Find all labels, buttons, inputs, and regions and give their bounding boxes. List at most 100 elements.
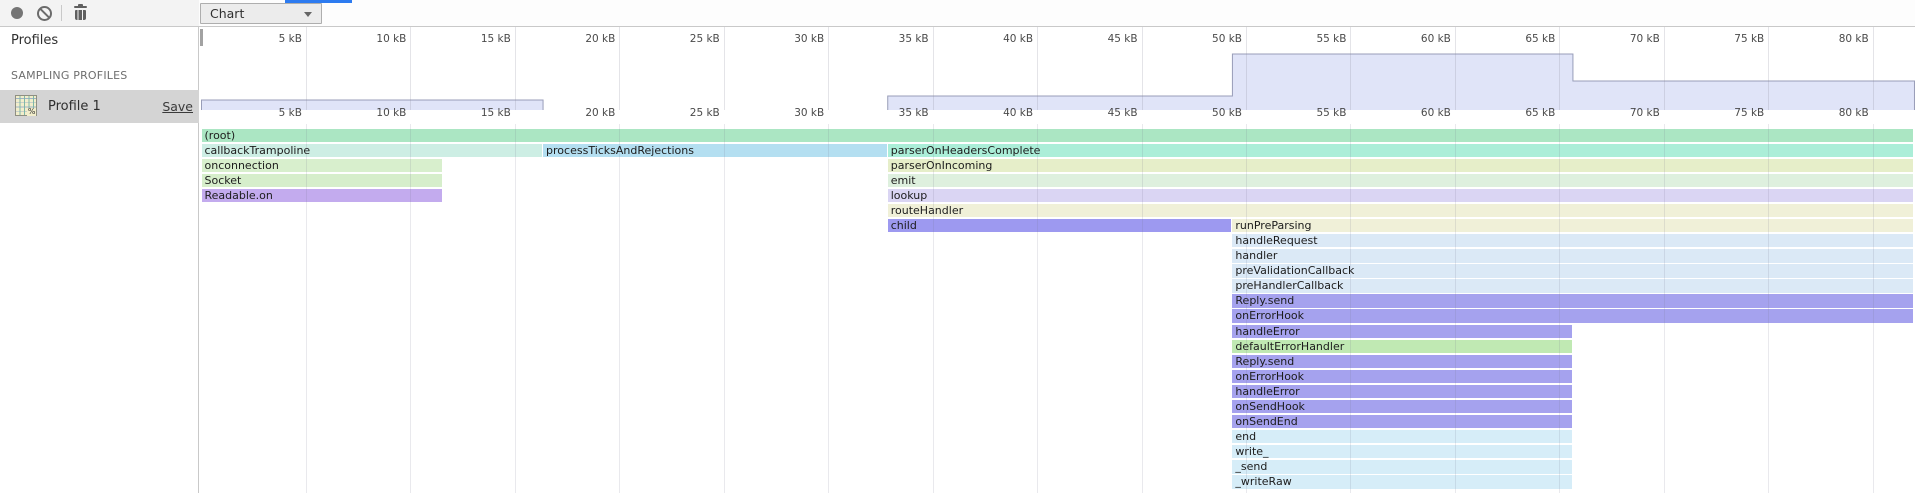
flame-bar[interactable]: preHandlerCallback	[1232, 279, 1913, 292]
sampling-profiles-section-label: SAMPLING PROFILES	[11, 69, 127, 82]
flame-bar[interactable]: parserOnHeadersComplete	[888, 144, 1914, 157]
chart-ruler-tick-label: 40 kB	[1003, 107, 1033, 119]
flame-bar[interactable]: preValidationCallback	[1232, 264, 1913, 277]
flame-bar[interactable]: runPreParsing	[1232, 219, 1913, 232]
delete-profile-button[interactable]	[68, 0, 92, 26]
clear-profiles-button[interactable]	[32, 0, 56, 26]
flame-bar[interactable]: onconnection	[202, 159, 442, 172]
profiler-toolbar	[0, 0, 199, 27]
flame-grid-line	[1559, 124, 1560, 493]
profile-document-icon: %	[15, 95, 37, 116]
flame-bar[interactable]: onErrorHook	[1232, 370, 1572, 383]
overview-ruler-tick-label: 55 kB	[1316, 33, 1346, 45]
overview-ruler-tick-label: 35 kB	[899, 33, 929, 45]
flame-bar[interactable]: handleError	[1232, 325, 1572, 338]
flame-bar[interactable]: onSendHook	[1232, 400, 1572, 413]
overview-grid-line	[1664, 27, 1665, 110]
overview-ruler-tick-label: 15 kB	[481, 33, 511, 45]
overview-grid-line	[1246, 27, 1247, 110]
chart-ruler-tick-label: 60 kB	[1421, 107, 1451, 119]
flame-grid-line	[1873, 124, 1874, 493]
flame-bar[interactable]: Reply.send	[1232, 355, 1572, 368]
sidebar-item-profile-1[interactable]: % Profile 1 Save	[0, 90, 199, 123]
flame-chart: (root) callbackTrampolineprocessTicksAndR…	[199, 124, 1915, 493]
overview-ruler-tick-label: 60 kB	[1421, 33, 1451, 45]
flame-bar[interactable]: Reply.send	[1232, 294, 1913, 307]
overview-grid-line	[1768, 27, 1769, 110]
overview-ruler-tick-label: 65 kB	[1525, 33, 1555, 45]
flame-bar[interactable]: handleRequest	[1232, 234, 1913, 247]
chart-ruler-tick-label: 70 kB	[1630, 107, 1660, 119]
record-heap-profile-button[interactable]	[5, 0, 29, 26]
chart-ruler-tick-label: 20 kB	[585, 107, 615, 119]
flame-grid-line	[1037, 124, 1038, 493]
view-mode-select[interactable]: Chart	[200, 3, 322, 24]
flame-grid-line	[828, 124, 829, 493]
flame-bar[interactable]: child	[888, 219, 1232, 232]
flame-grid-line	[1246, 124, 1247, 493]
flame-bar[interactable]: lookup	[888, 189, 1914, 202]
chart-ruler-tick-label: 35 kB	[899, 107, 929, 119]
flame-grid-line	[1350, 124, 1351, 493]
chart-ruler-tick-label: 80 kB	[1839, 107, 1869, 119]
overview-grid-line	[1559, 27, 1560, 110]
flame-bar[interactable]: parserOnIncoming	[888, 159, 1914, 172]
flame-grid-line	[1142, 124, 1143, 493]
chart-ruler-tick-label: 15 kB	[481, 107, 511, 119]
overview-grid-line	[933, 27, 934, 110]
overview-ruler-tick-label: 50 kB	[1212, 33, 1242, 45]
view-mode-value: Chart	[210, 6, 244, 21]
flame-bar[interactable]: end	[1232, 430, 1572, 443]
active-tab-indicator	[285, 0, 352, 3]
flame-grid-line	[306, 124, 307, 493]
flame-grid-line	[724, 124, 725, 493]
flame-bar[interactable]: handler	[1232, 249, 1913, 262]
profile-name: Profile 1	[48, 99, 101, 114]
record-icon	[11, 7, 23, 19]
flame-bar[interactable]: emit	[888, 174, 1914, 187]
chart-ruler-tick-label: 5 kB	[279, 107, 302, 119]
chart-ruler-tick-label: 10 kB	[376, 107, 406, 119]
overview-grid-line	[306, 27, 307, 110]
flame-bar[interactable]: routeHandler	[888, 204, 1914, 217]
flame-bar[interactable]: defaultErrorHandler	[1232, 340, 1572, 353]
overview-ruler-tick-label: 5 kB	[279, 33, 302, 45]
overview-ruler-tick-label: 20 kB	[585, 33, 615, 45]
overview-grid-line	[1142, 27, 1143, 110]
chart-ruler-tick-label: 45 kB	[1108, 107, 1138, 119]
sidebar-heading: Profiles	[11, 33, 58, 48]
flame-grid-line	[1664, 124, 1665, 493]
flame-bar[interactable]: Readable.on	[202, 189, 442, 202]
flame-bar[interactable]: (root)	[202, 129, 1914, 142]
flame-bar[interactable]: onSendEnd	[1232, 415, 1572, 428]
chevron-down-icon	[304, 12, 312, 17]
overview-ruler-tick-label: 40 kB	[1003, 33, 1033, 45]
chart-ruler-tick-label: 55 kB	[1316, 107, 1346, 119]
trash-icon	[74, 6, 87, 20]
toolbar-separator	[61, 5, 62, 21]
flame-bar[interactable]: _writeRaw	[1232, 475, 1572, 488]
overview-grid-line	[724, 27, 725, 110]
chart-ruler-tick-label: 50 kB	[1212, 107, 1242, 119]
overview-grid-line	[410, 27, 411, 110]
selection-handle[interactable]	[200, 29, 203, 46]
overview-ruler-tick-label: 70 kB	[1630, 33, 1660, 45]
chart-ruler-tick-label: 30 kB	[794, 107, 824, 119]
flame-bar[interactable]: processTicksAndRejections	[543, 144, 887, 157]
overview-grid-line	[1873, 27, 1874, 110]
chart-view-toolbar: Chart	[199, 0, 1915, 27]
flame-bar[interactable]: _send	[1232, 460, 1572, 473]
flame-grid-line	[515, 124, 516, 493]
save-profile-link[interactable]: Save	[162, 99, 193, 114]
flame-bar[interactable]: handleError	[1232, 385, 1572, 398]
flame-bar[interactable]: write_	[1232, 445, 1572, 458]
chart-ruler-tick-label: 65 kB	[1525, 107, 1555, 119]
overview-grid-line	[619, 27, 620, 110]
flame-bar[interactable]: onErrorHook	[1232, 309, 1913, 322]
overview-ruler-tick-label: 10 kB	[376, 33, 406, 45]
overview-grid-line	[515, 27, 516, 110]
flame-bar[interactable]: callbackTrampoline	[202, 144, 543, 157]
flame-bar[interactable]: Socket	[202, 174, 442, 187]
overview-ruler-tick-label: 30 kB	[794, 33, 824, 45]
overview-grid-line	[1455, 27, 1456, 110]
